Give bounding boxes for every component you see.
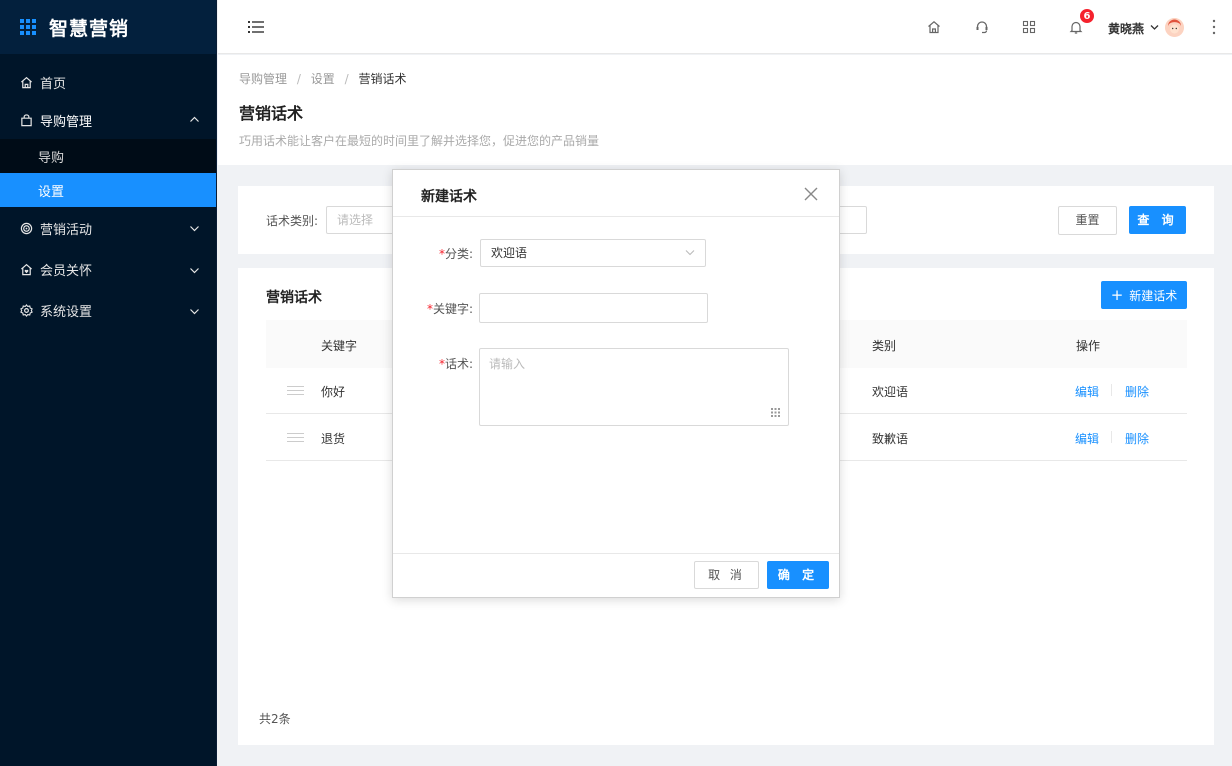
category-filter-label: 话术类别: <box>266 214 319 228</box>
sidebar-item-label: 营销活动 <box>40 222 93 238</box>
delete-link[interactable]: 删除 <box>1125 383 1149 400</box>
breadcrumb-item[interactable]: 设置 <box>311 72 335 86</box>
logo-grid-icon <box>20 19 36 35</box>
sidebar-item-marketing-activity[interactable]: 营销活动 <box>0 207 216 249</box>
cell-keyword: 你好 <box>321 385 346 399</box>
cancel-button[interactable]: 取 消 <box>694 561 759 589</box>
drag-handle-icon[interactable] <box>287 433 304 445</box>
column-header-actions: 操作 <box>1076 339 1101 353</box>
content-textarea[interactable]: 请输入 <box>479 348 789 426</box>
breadcrumb: 导购管理 / 设置 / 营销话术 <box>239 70 406 87</box>
app-title: 智慧营销 <box>49 17 130 40</box>
category-select[interactable]: 欢迎语 <box>480 239 706 267</box>
home-heart-icon <box>19 263 33 277</box>
breadcrumb-current: 营销话术 <box>358 72 407 86</box>
sidebar-item-settings[interactable]: 设置 <box>0 173 216 207</box>
avatar[interactable] <box>1165 18 1184 37</box>
sidebar: 智慧营销 首页 导购管理 导购 设置 营销活动 会员关怀 系统设置 <box>0 0 217 766</box>
notification-badge: 6 <box>1079 8 1095 24</box>
sidebar-item-home[interactable]: 首页 <box>0 63 216 101</box>
table-title: 营销话术 <box>266 290 322 306</box>
sidebar-item-label: 会员关怀 <box>40 264 93 279</box>
total-count: 共2条 <box>259 712 291 726</box>
cell-keyword: 退货 <box>321 432 346 446</box>
chevron-down-icon <box>190 309 199 315</box>
new-script-button[interactable]: + 新建话术 <box>1101 281 1187 309</box>
cell-category: 致歉语 <box>872 432 909 446</box>
sidebar-item-system-settings[interactable]: 系统设置 <box>0 290 216 331</box>
confirm-button[interactable]: 确 定 <box>767 561 829 589</box>
sidebar-item-guide[interactable]: 导购 <box>0 139 216 173</box>
keyword-input[interactable] <box>479 293 708 323</box>
sidebar-item-label: 导购管理 <box>40 114 93 130</box>
sidebar-item-guide-management[interactable]: 导购管理 <box>0 101 216 139</box>
edit-link[interactable]: 编辑 <box>1075 430 1099 447</box>
chevron-down-icon[interactable] <box>1150 24 1159 31</box>
sidebar-item-label: 系统设置 <box>40 305 93 320</box>
modal-divider <box>393 216 839 217</box>
sidebar-item-member-care[interactable]: 会员关怀 <box>0 249 216 290</box>
more-vertical-icon[interactable] <box>1212 19 1216 35</box>
headset-icon[interactable] <box>974 19 990 35</box>
category-select-value: 欢迎语 <box>491 246 528 260</box>
breadcrumb-separator: / <box>344 72 349 86</box>
home-icon <box>19 75 33 89</box>
chevron-down-icon <box>685 250 695 256</box>
breadcrumb-separator: / <box>296 72 301 86</box>
column-header-category: 类别 <box>872 339 897 353</box>
close-icon[interactable] <box>803 186 819 202</box>
column-header-keyword: 关键字 <box>321 339 358 353</box>
menu-icon[interactable] <box>248 20 264 34</box>
new-script-button-label: 新建话术 <box>1129 288 1178 303</box>
page-title: 营销话术 <box>239 104 304 123</box>
content-placeholder: 请输入 <box>489 357 526 371</box>
home-icon[interactable] <box>926 19 942 35</box>
sidebar-item-label: 首页 <box>40 76 67 92</box>
edit-link[interactable]: 编辑 <box>1075 383 1099 400</box>
new-script-modal: 新建话术 *分类: 欢迎语 *关键字: *话术: 请输入 取 消 确 定 <box>392 169 840 598</box>
modal-title: 新建话术 <box>421 189 477 205</box>
submenu-guide-management: 导购 设置 <box>0 139 216 207</box>
page-description: 巧用话术能让客户在最短的时间里了解并选择您，促进您的产品销量 <box>239 134 600 148</box>
chevron-up-icon <box>190 116 199 122</box>
reset-button[interactable]: 重置 <box>1058 206 1117 235</box>
target-icon <box>19 221 33 235</box>
category-label: *分类: <box>438 247 473 261</box>
query-button[interactable]: 查 询 <box>1129 206 1186 234</box>
delete-link[interactable]: 删除 <box>1125 430 1149 447</box>
resize-grip-icon[interactable] <box>771 408 780 417</box>
breadcrumb-item[interactable]: 导购管理 <box>239 72 287 86</box>
gear-icon <box>19 304 33 318</box>
page-header: 导购管理 / 设置 / 营销话术 营销话术 巧用话术能让客户在最短的时间里了解并… <box>218 55 1232 165</box>
modal-footer-divider <box>393 553 839 554</box>
plus-icon: + <box>1110 285 1124 304</box>
app-logo[interactable]: 智慧营销 <box>0 0 216 54</box>
action-divider <box>1111 431 1112 443</box>
cell-category: 欢迎语 <box>872 385 909 399</box>
apps-grid-icon[interactable] <box>1021 19 1037 35</box>
drag-handle-icon[interactable] <box>287 386 304 398</box>
username[interactable]: 黄晓燕 <box>1108 20 1144 37</box>
chevron-down-icon <box>190 226 199 232</box>
action-divider <box>1111 384 1112 396</box>
chevron-down-icon <box>190 268 199 274</box>
shopping-bag-icon <box>19 113 33 127</box>
content-label: *话术: <box>438 357 473 371</box>
top-header: 6 黄晓燕 <box>218 0 1232 54</box>
keyword-label: *关键字: <box>426 302 473 316</box>
